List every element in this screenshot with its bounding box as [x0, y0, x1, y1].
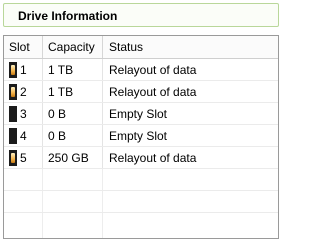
empty-drive-icon: [9, 105, 17, 122]
slot-number: 2: [20, 84, 27, 99]
drive-activity-led: [11, 152, 15, 163]
status-cell: Relayout of data: [109, 84, 197, 99]
table-row[interactable]: 1 1 TB Relayout of data: [4, 59, 278, 81]
table-row[interactable]: 5 250 GB Relayout of data: [4, 147, 278, 169]
empty-cell: [43, 169, 103, 190]
empty-cell: [4, 213, 43, 238]
column-header-slot[interactable]: Slot: [4, 36, 43, 58]
slot-cell: 5: [4, 147, 43, 168]
status-cell: Empty Slot: [109, 106, 168, 121]
table-header: Slot Capacity Status: [4, 36, 278, 59]
empty-table-row: [4, 191, 278, 213]
table-row[interactable]: 2 1 TB Relayout of data: [4, 81, 278, 103]
capacity-cell: 0 B: [43, 103, 103, 124]
table-row[interactable]: 3 0 B Empty Slot: [4, 103, 278, 125]
slot-cell: 3: [4, 103, 43, 124]
capacity-cell: 0 B: [43, 125, 103, 146]
column-header-status[interactable]: Status: [103, 36, 278, 58]
empty-cell: [103, 169, 278, 190]
table-row[interactable]: 4 0 B Empty Slot: [4, 125, 278, 147]
capacity-cell: 1 TB: [43, 81, 103, 102]
slot-number: 5: [20, 150, 27, 165]
capacity-cell: 250 GB: [43, 147, 103, 168]
drive-icon: [9, 149, 17, 166]
slot-number: 3: [20, 106, 27, 121]
panel-title: Drive Information: [18, 9, 118, 23]
status-cell: Relayout of data: [109, 150, 197, 165]
drive-activity-led: [11, 64, 15, 75]
column-header-capacity[interactable]: Capacity: [43, 36, 103, 58]
empty-table-row: [4, 213, 278, 238]
status-cell: Relayout of data: [109, 62, 197, 77]
slot-number: 1: [20, 62, 27, 77]
empty-cell: [43, 213, 103, 238]
empty-cell: [43, 191, 103, 212]
drive-information-panel: Drive Information: [3, 3, 279, 27]
slot-cell: 2: [4, 81, 43, 102]
slot-number: 4: [20, 128, 27, 143]
empty-cell: [103, 191, 278, 212]
drive-icon: [9, 83, 17, 100]
empty-cell: [4, 191, 43, 212]
empty-cell: [4, 169, 43, 190]
empty-cell: [103, 213, 278, 238]
slot-cell: 1: [4, 59, 43, 80]
slot-cell: 4: [4, 125, 43, 146]
status-cell: Empty Slot: [109, 128, 168, 143]
empty-table-row: [4, 169, 278, 191]
empty-drive-icon: [9, 127, 17, 144]
drive-icon: [9, 61, 17, 78]
drive-activity-led: [11, 86, 15, 97]
capacity-cell: 1 TB: [43, 59, 103, 80]
drive-table[interactable]: Slot Capacity Status 1 1 TB Relayout of …: [3, 35, 279, 239]
